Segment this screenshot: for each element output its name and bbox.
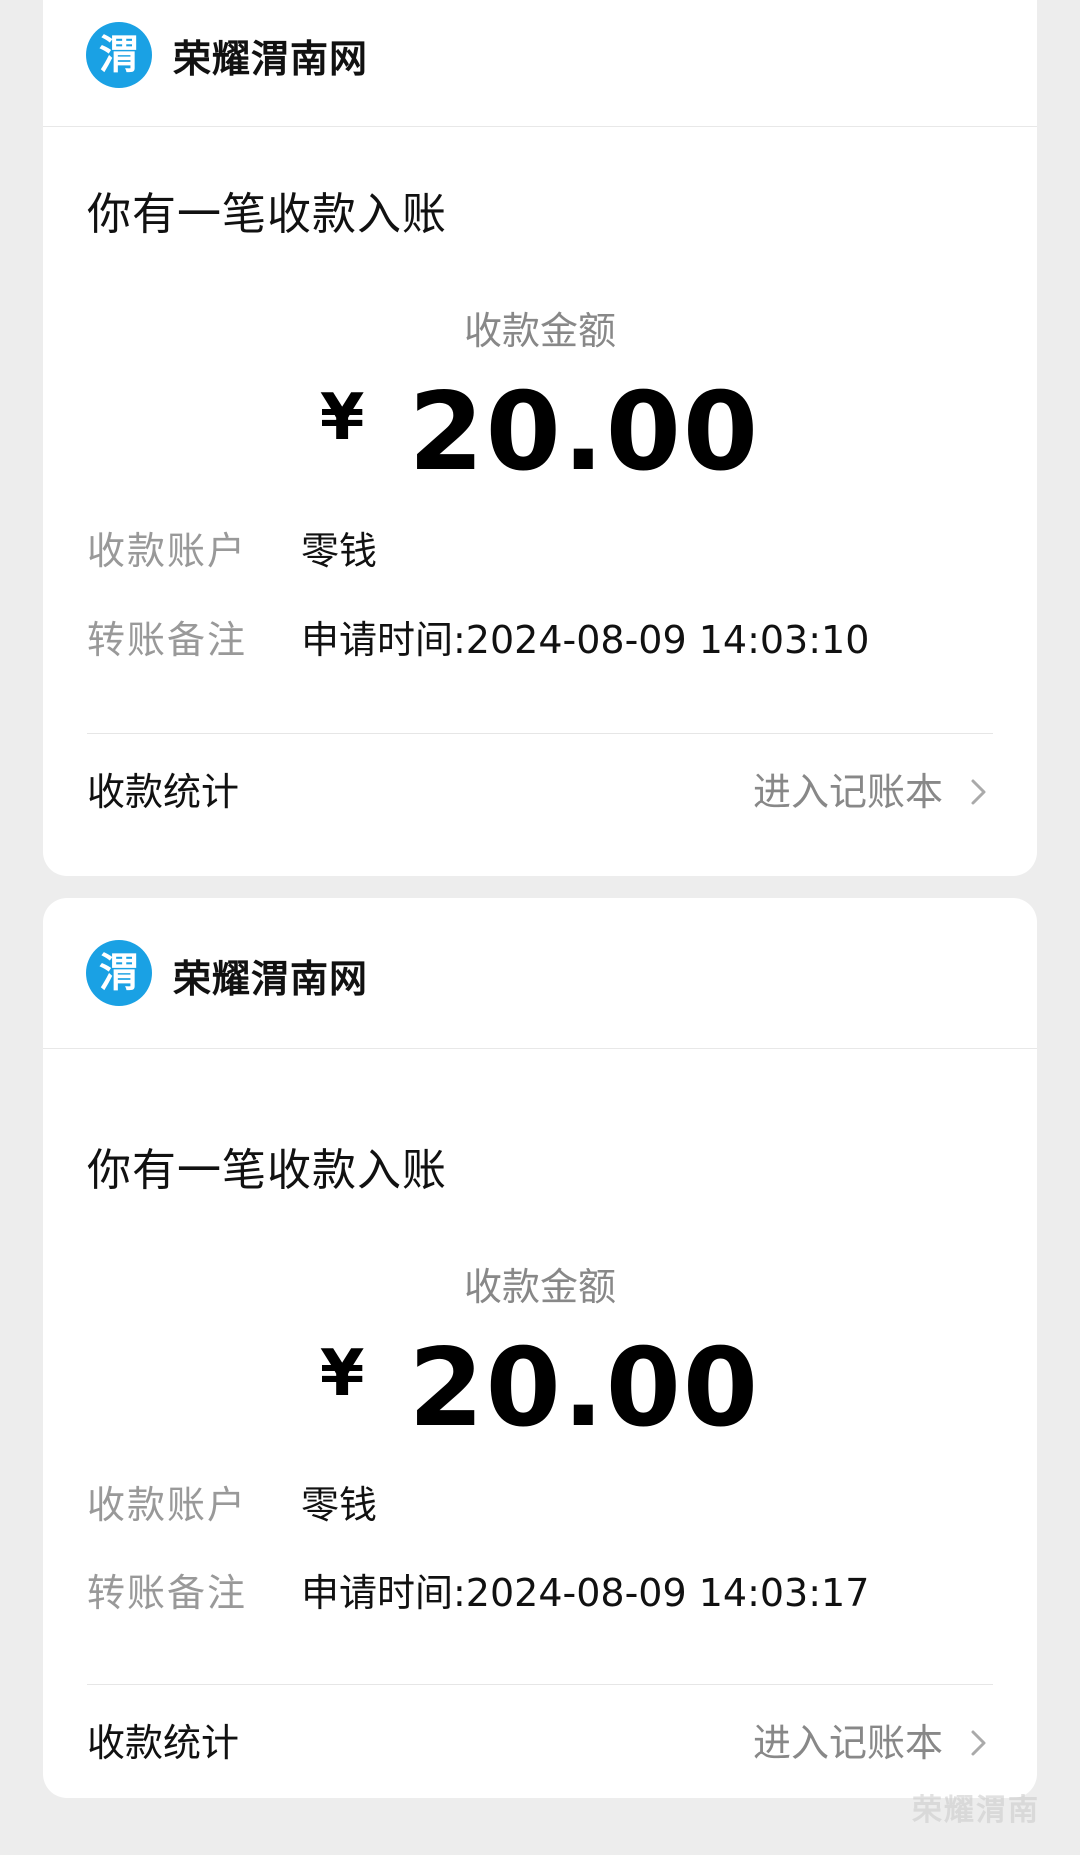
divider bbox=[87, 1684, 993, 1685]
ledger-link[interactable]: 进入记账本 bbox=[753, 762, 943, 822]
notification-title: 你有一笔收款入账 bbox=[87, 1145, 447, 1196]
card-header[interactable]: 渭 荣耀渭南网 bbox=[43, 898, 1037, 1049]
currency-symbol: ¥ bbox=[319, 1337, 365, 1411]
remark-row: 转账备注 申请时间:2024-08-09 14:03:17 bbox=[87, 1568, 993, 1618]
currency-symbol: ¥ bbox=[319, 381, 365, 455]
account-value: 零钱 bbox=[301, 1483, 378, 1527]
watermark: 荣耀渭南 bbox=[912, 1793, 1040, 1828]
app-logo-icon: 渭 bbox=[86, 940, 152, 1006]
amount-value: 20.00 bbox=[408, 1326, 761, 1451]
chevron-right-icon[interactable] bbox=[965, 1729, 993, 1757]
chevron-right-icon[interactable] bbox=[965, 778, 993, 806]
remark-value: 申请时间:2024-08-09 14:03:17 bbox=[301, 1571, 870, 1615]
account-label: 收款账户 bbox=[87, 1483, 248, 1527]
brand-name: 荣耀渭南网 bbox=[173, 37, 369, 81]
card-header[interactable]: 渭 荣耀渭南网 bbox=[43, 0, 1037, 127]
remark-label: 转账备注 bbox=[87, 618, 248, 662]
remark-label: 转账备注 bbox=[87, 1571, 248, 1615]
amount-display: ¥20.00 bbox=[43, 370, 1037, 495]
amount-display: ¥20.00 bbox=[43, 1326, 1037, 1451]
app-logo-icon: 渭 bbox=[86, 22, 152, 88]
ledger-row[interactable]: 收款统计 进入记账本 bbox=[87, 762, 993, 822]
notification-title: 你有一笔收款入账 bbox=[87, 189, 447, 240]
payment-notification-card[interactable]: 渭 荣耀渭南网 你有一笔收款入账 收款金额 ¥20.00 收款账户 零钱 转账备… bbox=[43, 898, 1037, 1798]
payment-notification-card[interactable]: 渭 荣耀渭南网 你有一笔收款入账 收款金额 ¥20.00 收款账户 零钱 转账备… bbox=[43, 0, 1037, 876]
stats-label: 收款统计 bbox=[87, 770, 240, 814]
divider bbox=[87, 733, 993, 734]
ledger-link[interactable]: 进入记账本 bbox=[753, 1713, 943, 1773]
account-row: 收款账户 零钱 bbox=[87, 1480, 993, 1530]
amount-label: 收款金额 bbox=[463, 309, 616, 353]
stats-label: 收款统计 bbox=[87, 1721, 240, 1765]
account-value: 零钱 bbox=[301, 529, 378, 573]
amount-label: 收款金额 bbox=[463, 1265, 616, 1309]
amount-value: 20.00 bbox=[408, 370, 761, 495]
remark-row: 转账备注 申请时间:2024-08-09 14:03:10 bbox=[87, 615, 993, 665]
remark-value: 申请时间:2024-08-09 14:03:10 bbox=[301, 618, 870, 662]
brand-name: 荣耀渭南网 bbox=[173, 957, 369, 1001]
ledger-row[interactable]: 收款统计 进入记账本 bbox=[87, 1713, 993, 1773]
account-row: 收款账户 零钱 bbox=[87, 526, 993, 576]
account-label: 收款账户 bbox=[87, 529, 248, 573]
